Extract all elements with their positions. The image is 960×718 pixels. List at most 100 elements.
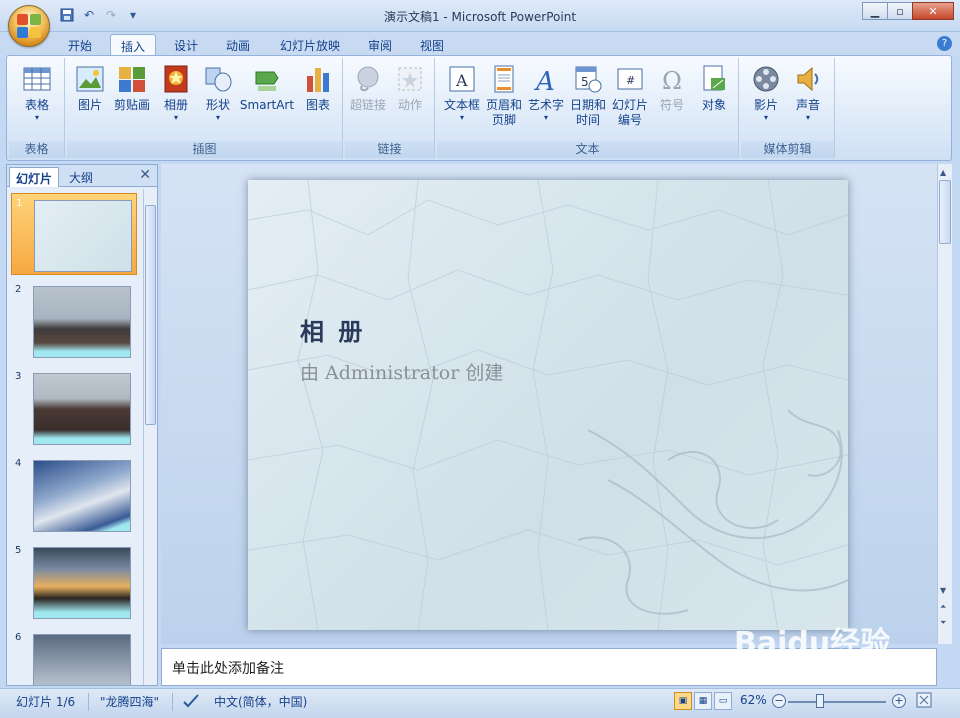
zoom-slider[interactable]: [788, 701, 886, 703]
symbol-button[interactable]: Ω 符号: [649, 62, 695, 113]
view-buttons: ▣ ▦ ▭: [674, 692, 734, 710]
svg-text:Ω: Ω: [662, 67, 682, 94]
panel-scrollbar[interactable]: [143, 189, 157, 685]
movie-button[interactable]: 影片 ▾: [743, 62, 789, 123]
close-button[interactable]: ✕: [912, 2, 954, 20]
theme-name[interactable]: "龙腾四海": [100, 693, 159, 710]
group-media: 影片 ▾ 声音 ▾ 媒体剪辑: [741, 58, 835, 158]
slide-thumbnail[interactable]: 1: [11, 193, 137, 275]
shapes-button[interactable]: 形状 ▾: [195, 62, 241, 123]
next-slide-icon[interactable]: ⏷: [940, 618, 946, 628]
panel-scroll-thumb[interactable]: [145, 205, 156, 425]
wordart-button[interactable]: A 艺术字 ▾: [523, 62, 569, 123]
tab-slideshow[interactable]: 幻灯片放映: [270, 34, 350, 56]
zoom-out-icon[interactable]: −: [772, 694, 786, 708]
header-footer-button[interactable]: 页眉和 页脚: [481, 62, 527, 128]
normal-view-icon[interactable]: ▣: [674, 692, 692, 710]
fit-to-window-icon[interactable]: [916, 692, 932, 711]
hyperlink-icon: [357, 66, 379, 92]
notes-placeholder: 单击此处添加备注: [172, 661, 284, 677]
svg-text:A: A: [534, 67, 555, 94]
slide-number-icon: #: [617, 68, 643, 90]
tab-home[interactable]: 开始: [58, 34, 102, 56]
slide-thumbnail[interactable]: 4: [11, 454, 137, 536]
clipart-button[interactable]: 剪贴画: [109, 62, 155, 113]
slide-scroll-thumb[interactable]: [939, 180, 951, 244]
spell-check-icon[interactable]: [182, 693, 200, 712]
slide-preview: [33, 547, 131, 619]
header-footer-icon: [494, 65, 514, 93]
scroll-up-icon[interactable]: ▲: [940, 168, 946, 177]
slide-thumbnail[interactable]: 2: [11, 280, 137, 362]
slide-subtitle[interactable]: 由 Administrator 创建: [300, 358, 503, 385]
date-time-button[interactable]: 5 日期和 时间: [565, 62, 611, 128]
group-label-media: 媒体剪辑: [741, 141, 834, 158]
tab-view[interactable]: 视图: [410, 34, 454, 56]
chart-button[interactable]: 图表: [295, 62, 341, 113]
slide-preview: [33, 634, 131, 685]
zoom-slider-thumb[interactable]: [816, 694, 824, 708]
group-links: 超链接 动作 链接: [345, 58, 435, 158]
slide-title[interactable]: 相 册: [300, 312, 365, 347]
slides-panel: 幻灯片 大纲 ✕ 1 2 3 4 5 6: [6, 164, 158, 686]
slide-editor: 相 册 由 Administrator 创建: [161, 164, 937, 644]
office-logo-icon: [17, 14, 41, 38]
slide-thumbnail[interactable]: 5: [11, 541, 137, 623]
action-icon: [398, 67, 422, 91]
object-icon: [703, 65, 725, 91]
slide-scrollbar[interactable]: ▲ ▼ ⏶ ⏷: [937, 164, 952, 644]
slide-thumbnail[interactable]: 3: [11, 367, 137, 449]
smartart-icon: [255, 71, 279, 91]
svg-text:A: A: [455, 71, 468, 90]
previous-slide-icon[interactable]: ⏶: [940, 602, 946, 612]
close-panel-icon[interactable]: ✕: [139, 167, 151, 183]
minimize-button[interactable]: ▁: [862, 2, 888, 20]
language-indicator[interactable]: 中文(简体，中国): [214, 693, 307, 710]
office-button[interactable]: [8, 5, 50, 47]
current-slide[interactable]: 相 册 由 Administrator 创建: [248, 180, 848, 630]
group-text: A 文本框 ▾ 页眉和 页脚 A 艺术字 ▾ 5 日期和 时间 # 幻灯片 编号…: [437, 58, 739, 158]
svg-text:5: 5: [581, 75, 589, 89]
movie-icon: [753, 66, 779, 92]
slide-number-button[interactable]: # 幻灯片 编号: [607, 62, 653, 128]
tab-insert[interactable]: 插入: [110, 34, 157, 56]
textbox-icon: A: [449, 66, 475, 92]
wordart-icon: A: [534, 67, 555, 94]
slideshow-view-icon[interactable]: ▭: [714, 692, 732, 710]
baidu-watermark-url: jingyan.baidu.com: [748, 672, 841, 683]
hyperlink-button[interactable]: 超链接: [345, 62, 391, 113]
group-table: 表格 ▾ 表格: [9, 58, 65, 158]
scroll-down-icon[interactable]: ▼: [940, 586, 946, 595]
slide-preview: [33, 460, 131, 532]
slide-sorter-view-icon[interactable]: ▦: [694, 692, 712, 710]
tab-slides[interactable]: 幻灯片: [9, 167, 60, 187]
slide-thumbnail[interactable]: 6: [11, 628, 137, 685]
table-button[interactable]: 表格 ▾: [14, 62, 60, 123]
slide-preview: [34, 200, 132, 272]
maximize-button[interactable]: ▫: [887, 2, 913, 20]
action-button[interactable]: 动作: [387, 62, 433, 113]
slide-preview: [33, 373, 131, 445]
zoom-in-icon[interactable]: +: [892, 694, 906, 708]
group-label-links: 链接: [345, 141, 434, 158]
help-icon[interactable]: ?: [937, 36, 952, 51]
photo-album-button[interactable]: 相册 ▾: [153, 62, 199, 123]
tab-animations[interactable]: 动画: [216, 34, 260, 56]
shapes-icon: [205, 67, 232, 92]
zoom-level[interactable]: 62%: [740, 693, 767, 707]
picture-icon: [76, 66, 104, 92]
tab-review[interactable]: 审阅: [358, 34, 402, 56]
tab-outline[interactable]: 大纲: [63, 167, 99, 187]
window-title: 演示文稿1 - Microsoft PowerPoint: [383, 10, 577, 24]
object-button[interactable]: 对象: [691, 62, 737, 113]
group-label-illustrations: 插图: [67, 141, 342, 158]
picture-button[interactable]: 图片: [67, 62, 113, 113]
tab-design[interactable]: 设计: [164, 34, 208, 56]
smartart-button[interactable]: SmartArt: [239, 62, 295, 113]
ribbon-tabs: 开始 插入 设计 动画 幻灯片放映 审阅 视图 ?: [0, 32, 960, 56]
sound-button[interactable]: 声音 ▾: [785, 62, 831, 123]
crackle-background: [248, 180, 848, 630]
group-label-text: 文本: [437, 141, 738, 158]
textbox-button[interactable]: A 文本框 ▾: [439, 62, 485, 123]
date-time-icon: 5: [575, 66, 602, 93]
